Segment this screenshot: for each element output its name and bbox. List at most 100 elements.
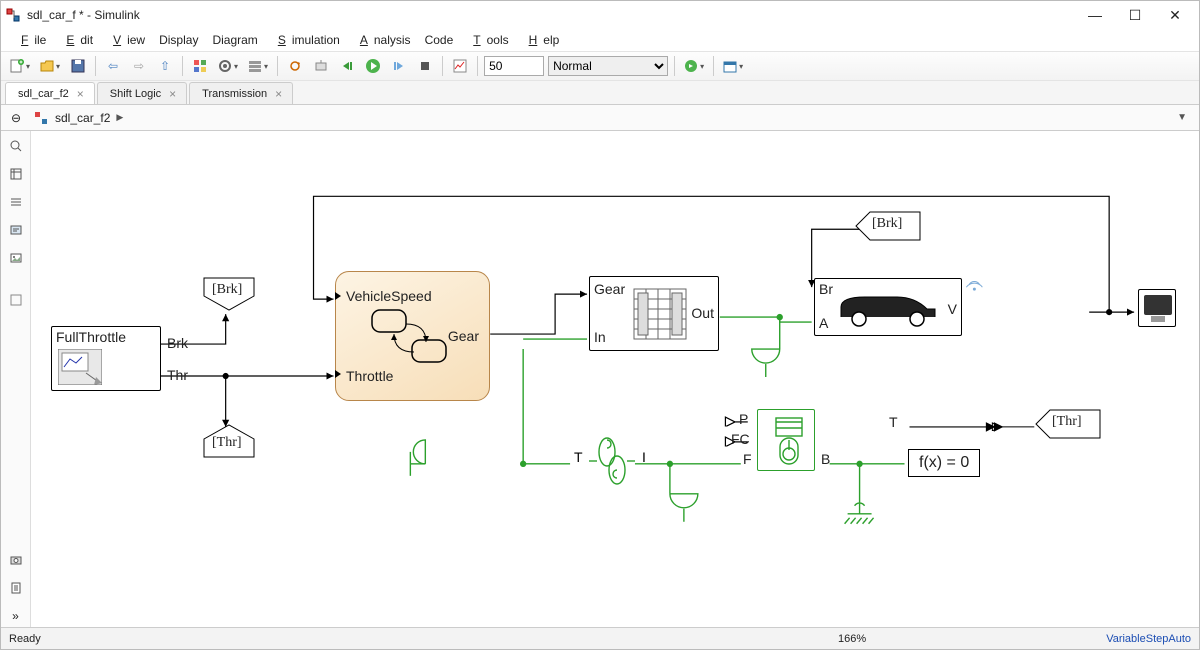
- block-title: FullThrottle: [56, 329, 126, 345]
- block-goto-thr[interactable]: [Thr]: [203, 424, 255, 461]
- zoom-level[interactable]: 166%: [838, 633, 866, 645]
- port-label: T: [889, 414, 898, 430]
- port-label: FC: [731, 431, 750, 447]
- scope-icon: [1139, 290, 1177, 328]
- stateflow-icon: [370, 308, 450, 366]
- sim-mode-select[interactable]: Normal: [548, 56, 668, 76]
- breadcrumb-arrow-icon[interactable]: ▶: [116, 112, 123, 123]
- maximize-button[interactable]: ☐: [1115, 1, 1155, 29]
- block-goto-brk[interactable]: [Brk]: [203, 277, 255, 314]
- menu-simulation[interactable]: Simulation: [266, 31, 346, 49]
- breadcrumb-root[interactable]: sdl_car_f2: [55, 111, 110, 125]
- close-icon[interactable]: ×: [77, 87, 84, 101]
- close-icon[interactable]: ×: [169, 87, 176, 101]
- block-stateflow[interactable]: VehicleSpeed Throttle Gear: [335, 271, 490, 401]
- breadcrumb-bar: ⊖ sdl_car_f2 ▶ ▼: [1, 105, 1199, 131]
- mech-ref-icon: [410, 440, 425, 476]
- data-inspector-button[interactable]: [449, 55, 471, 77]
- block-torque-converter[interactable]: [587, 434, 637, 488]
- menu-analysis[interactable]: Analysis: [348, 31, 417, 49]
- zoom-fit-button[interactable]: [5, 135, 27, 157]
- menubar: File Edit View Display Diagram Simulatio…: [1, 29, 1199, 51]
- block-vehicle[interactable]: Br A V: [814, 278, 962, 336]
- fit-to-view-button[interactable]: [5, 163, 27, 185]
- palette: »: [1, 131, 31, 627]
- annotation-button[interactable]: [5, 219, 27, 241]
- mech-ground-icon: [845, 503, 874, 524]
- simulink-icon: [5, 7, 21, 23]
- update-diagram-button[interactable]: [284, 55, 306, 77]
- model-icon: [33, 110, 49, 126]
- menu-file[interactable]: File: [9, 31, 52, 49]
- schedule-button[interactable]: [720, 55, 746, 77]
- tab-shift-logic[interactable]: Shift Logic×: [97, 82, 187, 104]
- forward-button[interactable]: ⇨: [128, 55, 150, 77]
- fast-restart-button[interactable]: [681, 55, 707, 77]
- model-data-button[interactable]: [5, 577, 27, 599]
- run-button[interactable]: [362, 55, 384, 77]
- new-model-button[interactable]: [7, 55, 33, 77]
- port-label: B: [821, 451, 830, 467]
- port-label: Thr: [167, 367, 188, 383]
- block-signal-builder[interactable]: FullThrottle Brk Thr: [51, 326, 161, 391]
- menu-tools[interactable]: Tools: [461, 31, 514, 49]
- step-back-button[interactable]: [336, 55, 358, 77]
- toggle-perspectives-button[interactable]: [5, 191, 27, 213]
- menu-edit[interactable]: Edit: [54, 31, 99, 49]
- back-button[interactable]: ⇦: [102, 55, 124, 77]
- titlebar: sdl_car_f * - Simulink — ☐ ✕: [1, 1, 1199, 29]
- block-gearbox[interactable]: Gear Out In: [589, 276, 719, 351]
- step-forward-button[interactable]: [388, 55, 410, 77]
- window-title: sdl_car_f * - Simulink: [27, 8, 140, 22]
- block-engine[interactable]: [757, 409, 815, 471]
- signal-builder-icon: [58, 349, 102, 385]
- menu-display[interactable]: Display: [153, 31, 204, 49]
- show-all-button[interactable]: ▼: [1177, 112, 1187, 123]
- hide-nav-button[interactable]: ⊖: [5, 107, 27, 129]
- gearbox-icon: [628, 283, 692, 345]
- model-tabs: sdl_car_f2× Shift Logic× Transmission×: [1, 81, 1199, 105]
- statusbar: Ready 166% VariableStepAuto: [1, 627, 1199, 649]
- build-button[interactable]: [310, 55, 332, 77]
- menu-view[interactable]: View: [101, 31, 151, 49]
- save-button[interactable]: [67, 55, 89, 77]
- rot-damper-icon: [670, 494, 698, 522]
- car-icon: [835, 287, 943, 329]
- canvas[interactable]: FullThrottle Brk Thr [Brk] [Thr] Vehicle…: [31, 131, 1199, 627]
- screenshot-button[interactable]: [5, 549, 27, 571]
- close-icon[interactable]: ×: [275, 87, 282, 101]
- tab-sdl-car-f2[interactable]: sdl_car_f2×: [5, 82, 95, 104]
- port-label: F: [743, 451, 752, 467]
- block-from-brk[interactable]: [Brk]: [855, 211, 921, 244]
- expand-palette-button[interactable]: »: [5, 605, 27, 627]
- block-from-thr[interactable]: [Thr]: [1035, 409, 1101, 442]
- port-label: Brk: [167, 335, 188, 351]
- library-browser-button[interactable]: [189, 55, 211, 77]
- area-button[interactable]: [5, 289, 27, 311]
- image-button[interactable]: [5, 247, 27, 269]
- model-config-button[interactable]: [215, 55, 241, 77]
- menu-help[interactable]: Help: [517, 31, 566, 49]
- open-button[interactable]: [37, 55, 63, 77]
- block-scope[interactable]: [1138, 289, 1176, 327]
- up-button[interactable]: ⇧: [154, 55, 176, 77]
- rot-damper-icon: [752, 349, 780, 377]
- status-text: Ready: [9, 633, 41, 645]
- signal-lines: [31, 131, 1199, 627]
- tab-transmission[interactable]: Transmission×: [189, 82, 293, 104]
- torque-converter-icon: [587, 434, 637, 488]
- solver-link[interactable]: VariableStepAuto: [1106, 633, 1191, 645]
- minimize-button[interactable]: —: [1075, 1, 1115, 29]
- menu-code[interactable]: Code: [419, 31, 460, 49]
- model-explorer-button[interactable]: [245, 55, 271, 77]
- port-label: I: [642, 449, 646, 465]
- central-area: »: [1, 131, 1199, 627]
- stop-button[interactable]: [414, 55, 436, 77]
- engine-icon: [758, 410, 816, 472]
- port-label: T: [574, 449, 583, 465]
- stop-time-input[interactable]: [484, 56, 544, 76]
- menu-diagram[interactable]: Diagram: [206, 31, 263, 49]
- close-button[interactable]: ✕: [1155, 1, 1195, 29]
- port-label: P: [739, 411, 748, 427]
- block-solver-config[interactable]: f(x) = 0: [908, 449, 980, 477]
